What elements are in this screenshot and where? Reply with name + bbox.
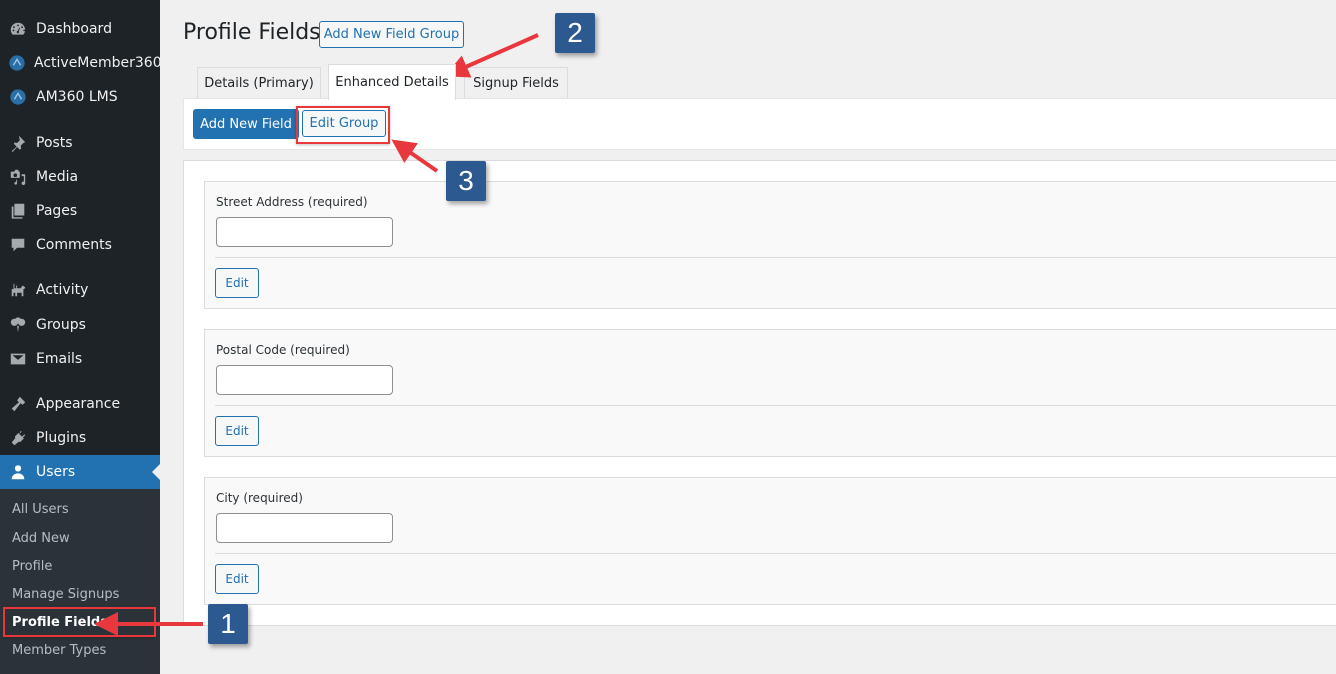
submenu-profile[interactable]: Profile	[12, 559, 52, 574]
city-input[interactable]	[216, 513, 393, 543]
tab-details-primary[interactable]: Details (Primary)	[197, 67, 321, 99]
field-item: Postal Code (required) Edit	[204, 329, 1336, 457]
menu-label: Emails	[36, 351, 83, 367]
menu-label: Pages	[36, 203, 78, 219]
menu-item-dashboard[interactable]: Dashboard	[0, 12, 160, 46]
menu-label: Comments	[36, 237, 112, 253]
field-item: City (required) Edit	[204, 477, 1336, 605]
current-menu-arrow	[152, 464, 160, 480]
media-icon	[8, 167, 28, 187]
add-new-field-group-button[interactable]: Add New Field Group	[319, 21, 464, 48]
street-address-input[interactable]	[216, 217, 393, 247]
menu-item-emails[interactable]: Emails	[0, 342, 160, 376]
menu-item-activity[interactable]: Activity	[0, 273, 160, 307]
admin-sidebar: Dashboard ActiveMember360 AM360 LMS Post…	[0, 0, 162, 674]
menu-label: Plugins	[36, 430, 87, 446]
comment-icon	[8, 235, 28, 255]
brush-icon	[8, 394, 28, 414]
callout-2: 2	[555, 13, 595, 53]
field-label: Postal Code (required)	[216, 343, 350, 357]
menu-item-plugins[interactable]: Plugins	[0, 421, 160, 455]
callout-3: 3	[446, 161, 486, 201]
callout-1: 1	[208, 604, 248, 644]
divider	[215, 553, 1336, 554]
menu-label: Users	[36, 464, 76, 480]
users-submenu: All Users Add New Profile Manage Signups…	[0, 489, 160, 674]
edit-group-button[interactable]: Edit Group	[302, 110, 386, 137]
submenu-profile-fields[interactable]: Profile Fields	[12, 615, 108, 630]
menu-item-posts[interactable]: Posts	[0, 126, 160, 160]
divider	[215, 257, 1336, 258]
menu-item-activemember360[interactable]: ActiveMember360	[0, 46, 162, 80]
submenu-add-new[interactable]: Add New	[12, 531, 70, 546]
activity-icon	[8, 280, 28, 300]
menu-label: Dashboard	[36, 21, 112, 37]
field-item: Street Address (required) Edit	[204, 181, 1336, 309]
field-label: Street Address (required)	[216, 195, 368, 209]
pin-icon	[8, 133, 28, 153]
menu-label: AM360 LMS	[36, 89, 118, 105]
user-icon	[8, 462, 28, 482]
pages-icon	[8, 201, 28, 221]
menu-label: Activity	[36, 282, 89, 298]
groups-icon	[8, 315, 28, 335]
menu-label: Appearance	[36, 396, 121, 412]
edit-field-button[interactable]: Edit	[215, 416, 259, 446]
menu-item-media[interactable]: Media	[0, 160, 160, 194]
submenu-all-users[interactable]: All Users	[12, 502, 69, 517]
menu-item-am360-lms[interactable]: AM360 LMS	[0, 80, 160, 114]
am360-lms-icon	[8, 87, 28, 107]
activemember360-icon	[8, 53, 26, 73]
menu-label: Media	[36, 169, 79, 185]
add-new-field-button[interactable]: Add New Field	[193, 109, 299, 139]
submenu-member-types[interactable]: Member Types	[12, 643, 106, 658]
menu-label: Posts	[36, 135, 73, 151]
field-label: City (required)	[216, 491, 303, 505]
plugin-icon	[8, 428, 28, 448]
edit-field-button[interactable]: Edit	[215, 564, 259, 594]
menu-item-pages[interactable]: Pages	[0, 194, 160, 228]
menu-item-users[interactable]: Users	[0, 455, 160, 489]
postal-code-input[interactable]	[216, 365, 393, 395]
menu-item-groups[interactable]: Groups	[0, 308, 160, 342]
menu-item-comments[interactable]: Comments	[0, 228, 160, 262]
submenu-manage-signups[interactable]: Manage Signups	[12, 587, 119, 602]
divider	[215, 405, 1336, 406]
tab-enhanced-details[interactable]: Enhanced Details	[328, 64, 456, 100]
tab-signup-fields[interactable]: Signup Fields	[464, 67, 568, 99]
profile-fields-list: Street Address (required) Edit Postal Co…	[183, 160, 1336, 626]
page-title: Profile Fields	[183, 20, 321, 45]
menu-label: Groups	[36, 317, 86, 333]
dashboard-icon	[8, 19, 28, 39]
email-icon	[8, 349, 28, 369]
menu-item-appearance[interactable]: Appearance	[0, 387, 160, 421]
menu-label: ActiveMember360	[34, 55, 162, 71]
edit-field-button[interactable]: Edit	[215, 268, 259, 298]
